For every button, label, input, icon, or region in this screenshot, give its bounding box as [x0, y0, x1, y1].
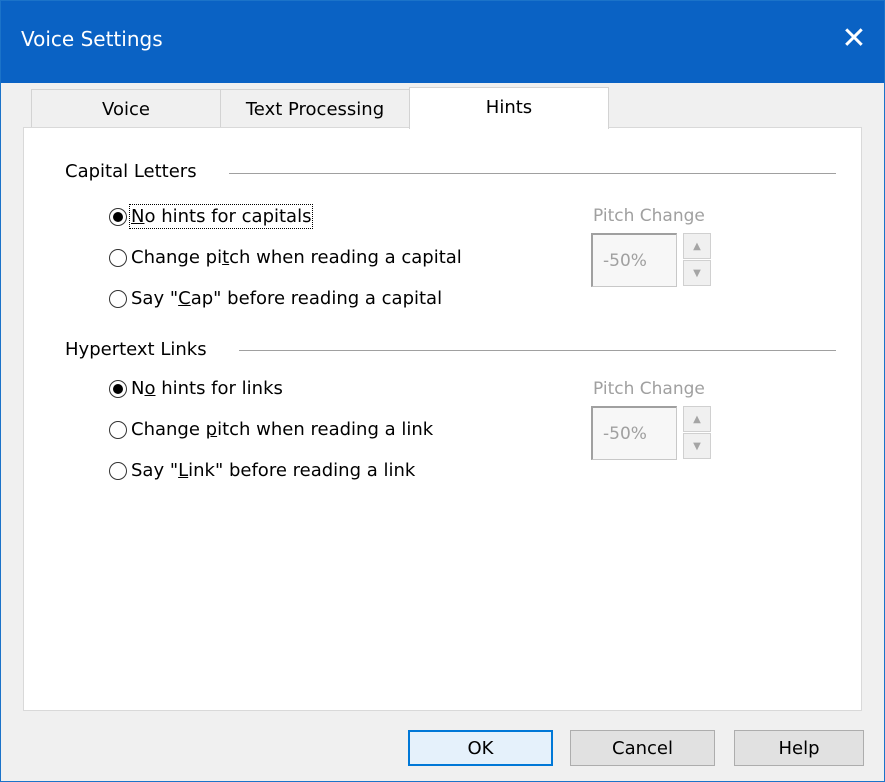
close-icon[interactable]: ✕ — [836, 21, 872, 57]
link-pitch-change-label: Pitch Change — [593, 379, 705, 399]
label-text: ap" before reading a capital — [190, 288, 443, 309]
arrow-up-icon: ▲ — [693, 240, 701, 252]
capital-pitch-value: -50% — [603, 250, 647, 271]
accelerator-key: L — [178, 460, 189, 481]
tab-hints[interactable]: Hints — [409, 87, 609, 129]
radio-button[interactable] — [109, 289, 127, 308]
radio-label: No hints for links — [131, 378, 283, 399]
help-button-label: Help — [778, 737, 820, 759]
capital-pitch-up-button[interactable]: ▲ — [683, 233, 711, 259]
radio-selected-dot — [113, 383, 123, 394]
cancel-button[interactable]: Cancel — [570, 730, 715, 766]
tab-voice[interactable]: Voice — [31, 89, 221, 127]
radio-say-cap[interactable]: Say "Cap" before reading a capital — [109, 288, 442, 309]
label-text: ink" before reading a link — [188, 460, 416, 481]
radio-selected-dot — [113, 211, 123, 222]
ok-button-label: OK — [467, 737, 494, 759]
radio-button[interactable] — [109, 420, 127, 439]
radio-label: No hints for capitals — [128, 204, 314, 229]
tab-text-processing-label: Text Processing — [245, 99, 385, 120]
radio-say-link[interactable]: Say "Link" before reading a link — [109, 460, 415, 481]
ok-button[interactable]: OK — [408, 730, 553, 766]
radio-no-hints-links[interactable]: No hints for links — [109, 378, 283, 399]
capital-letters-title: Capital Letters — [65, 161, 197, 182]
hypertext-links-divider — [239, 350, 836, 351]
radio-button[interactable] — [109, 379, 127, 398]
label-text: itch when reading a link — [217, 419, 434, 440]
radio-button[interactable] — [109, 461, 127, 480]
link-pitch-value: -50% — [603, 423, 647, 444]
radio-label: Say "Link" before reading a link — [131, 460, 415, 481]
label-text: Change pi — [131, 247, 223, 268]
radio-no-hints-capitals[interactable]: No hints for capitals — [109, 204, 314, 229]
radio-button[interactable] — [109, 248, 127, 267]
tab-hints-label: Hints — [485, 97, 533, 118]
label-text: o hints for capitals — [144, 206, 312, 227]
label-text: hints for links — [155, 378, 283, 399]
voice-settings-dialog: Voice Settings ✕ Voice Text Processing H… — [0, 0, 885, 782]
accelerator-key: p — [205, 419, 218, 440]
tab-voice-label: Voice — [102, 99, 150, 120]
label-text: Change — [131, 419, 206, 440]
capital-pitch-input[interactable]: -50% — [591, 233, 677, 287]
radio-change-pitch-link[interactable]: Change pitch when reading a link — [109, 419, 433, 440]
capital-letters-divider — [229, 173, 836, 174]
window-title: Voice Settings — [21, 27, 163, 51]
radio-label: Change pitch when reading a capital — [131, 247, 462, 268]
cancel-button-label: Cancel — [612, 737, 673, 759]
link-pitch-input[interactable]: -50% — [591, 406, 677, 460]
radio-label: Change pitch when reading a link — [131, 419, 433, 440]
label-text: Say " — [131, 288, 179, 309]
link-pitch-down-button[interactable]: ▼ — [683, 433, 711, 459]
capital-pitch-down-button[interactable]: ▼ — [683, 260, 711, 286]
arrow-down-icon: ▼ — [693, 440, 701, 452]
link-pitch-up-button[interactable]: ▲ — [683, 406, 711, 432]
tab-text-processing[interactable]: Text Processing — [220, 89, 410, 127]
accelerator-key: N — [131, 206, 145, 227]
label-text: ch when reading a capital — [229, 247, 462, 268]
radio-button[interactable] — [109, 207, 127, 226]
arrow-down-icon: ▼ — [693, 267, 701, 279]
arrow-up-icon: ▲ — [693, 413, 701, 425]
radio-label: Say "Cap" before reading a capital — [131, 288, 442, 309]
help-button[interactable]: Help — [734, 730, 864, 766]
accelerator-key: o — [144, 378, 156, 399]
label-text: Say " — [131, 460, 179, 481]
capital-pitch-change-label: Pitch Change — [593, 206, 705, 226]
radio-change-pitch-capital[interactable]: Change pitch when reading a capital — [109, 247, 462, 268]
label-text: N — [131, 378, 145, 399]
title-bar: Voice Settings ✕ — [1, 1, 884, 83]
accelerator-key: C — [178, 288, 191, 309]
hypertext-links-title: Hypertext Links — [65, 339, 207, 360]
